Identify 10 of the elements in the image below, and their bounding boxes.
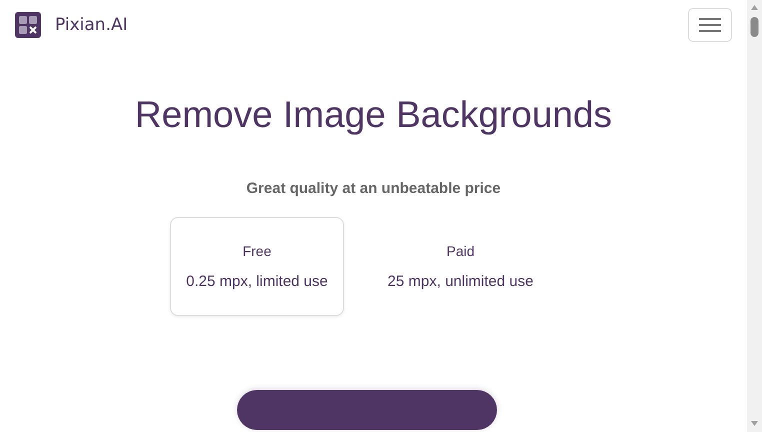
- subtitle: Great quality at an unbeatable price: [246, 180, 501, 197]
- menu-icon: [699, 18, 721, 32]
- menu-button[interactable]: [688, 8, 732, 42]
- plan-option[interactable]: Paid 25 mpx, unlimited use: [358, 217, 563, 316]
- scrollbar[interactable]: [747, 0, 762, 432]
- logo-icon: [15, 12, 41, 38]
- page-title: Remove Image Backgrounds: [134, 94, 612, 136]
- brand-name[interactable]: Pixian.AI: [55, 15, 128, 35]
- upload-button[interactable]: [236, 390, 496, 430]
- plan-option[interactable]: Free 0.25 mpx, limited use: [170, 217, 344, 316]
